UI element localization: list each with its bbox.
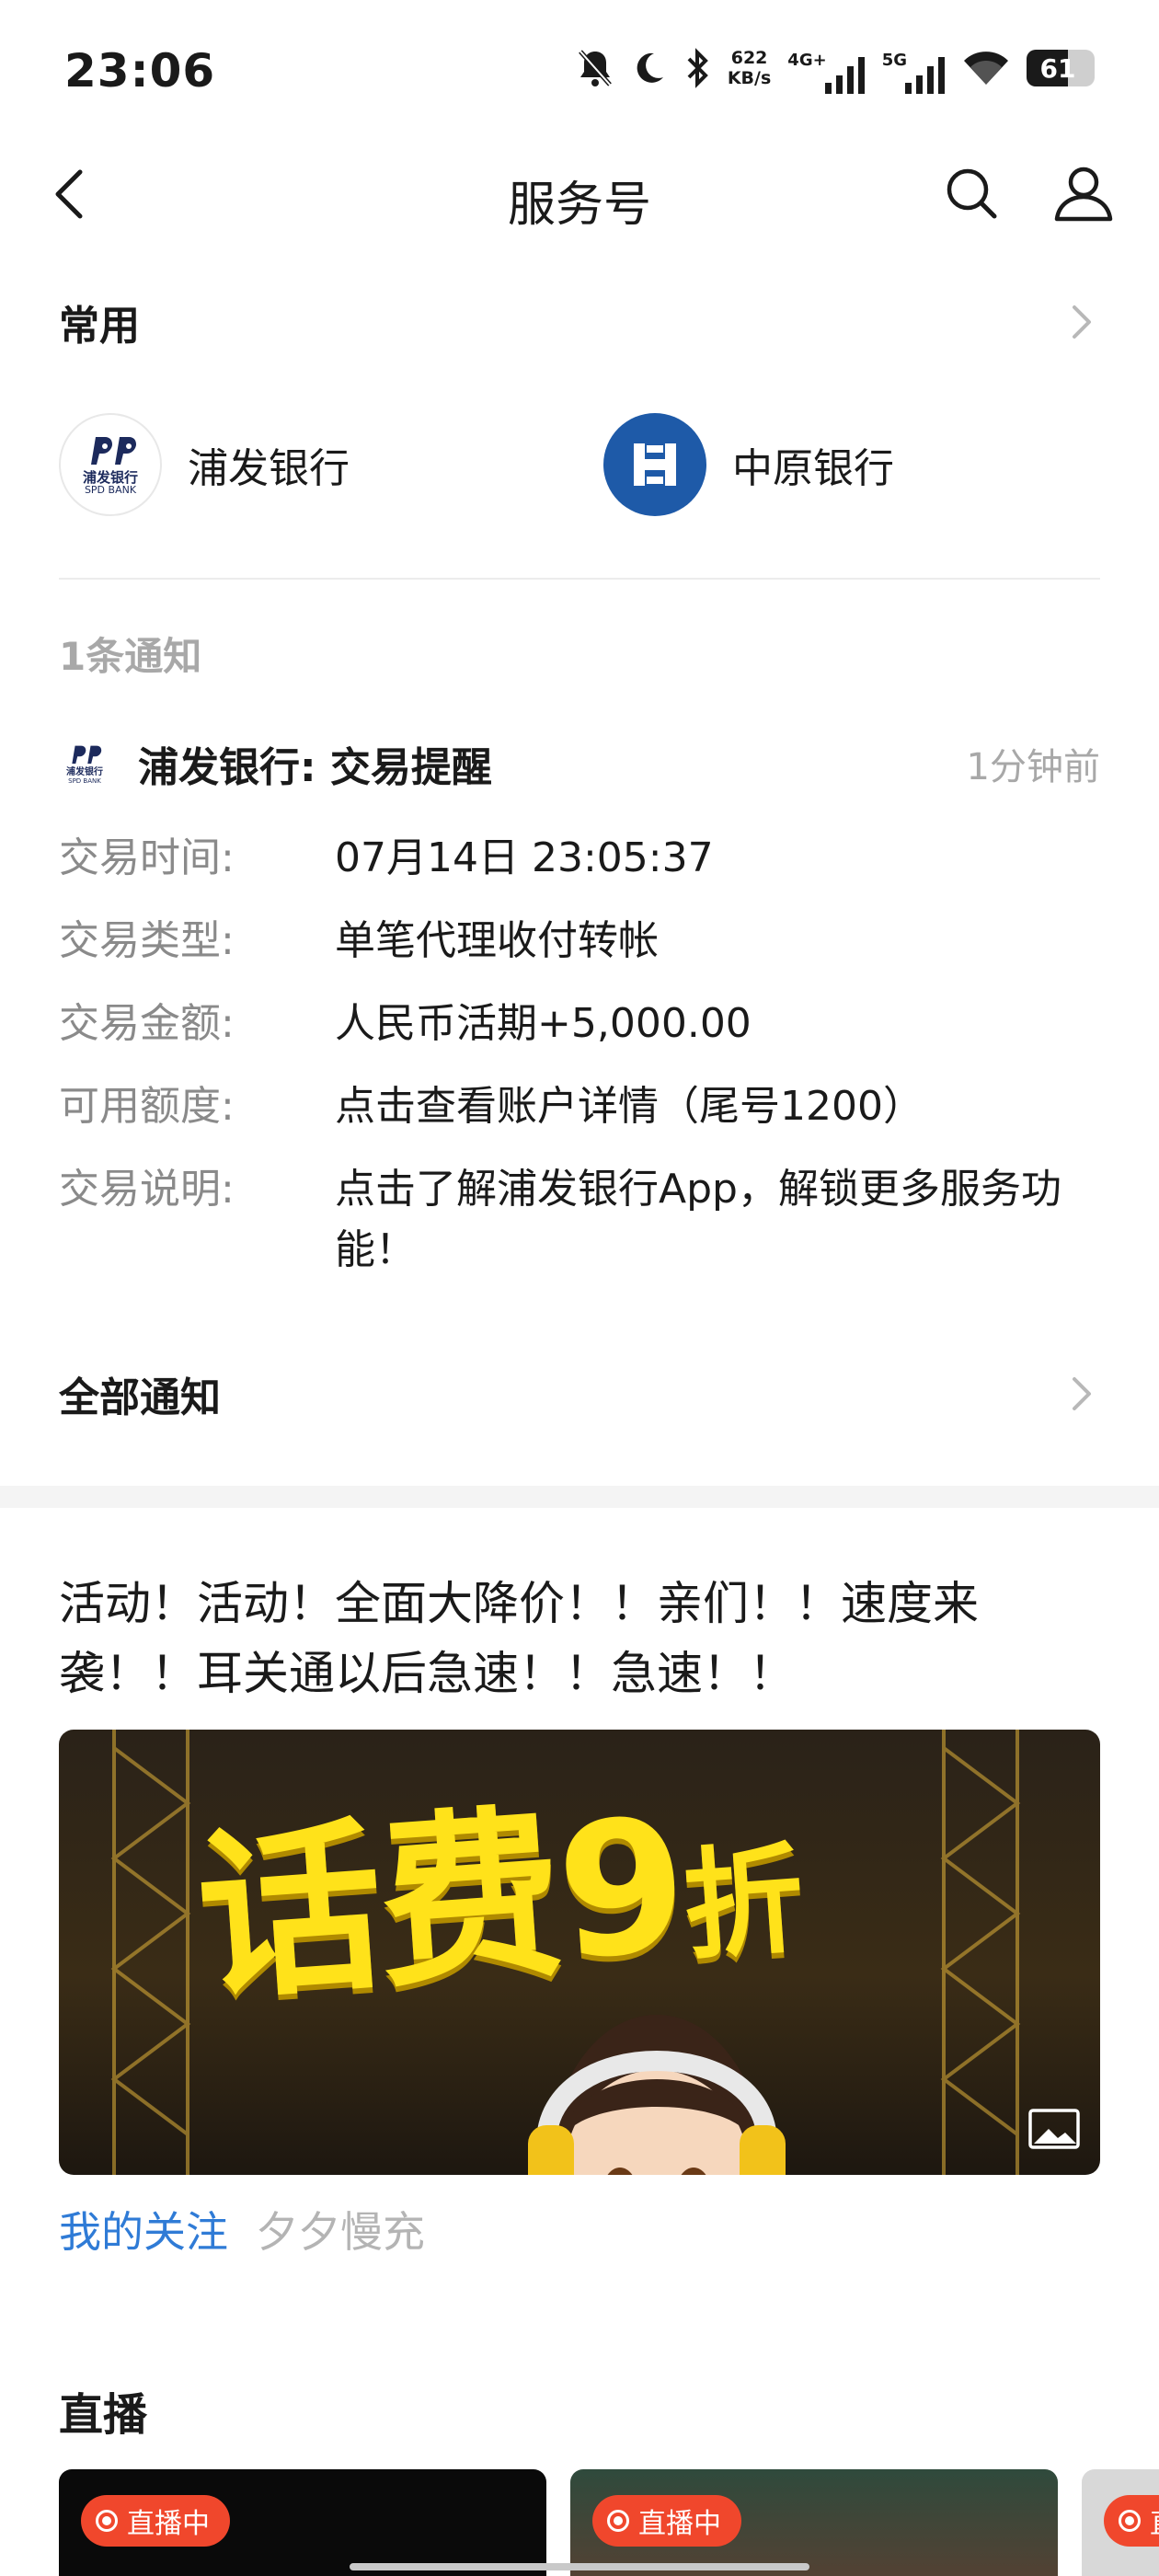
live-dot-icon bbox=[607, 2510, 629, 2532]
all-notifications-link[interactable]: 全部通知 bbox=[59, 1357, 1100, 1431]
account-zhongyuan-bank[interactable]: 中原银行 bbox=[603, 409, 894, 520]
common-section-header[interactable]: 常用 bbox=[59, 285, 1100, 359]
battery-icon: 61 bbox=[1027, 50, 1095, 86]
zhongyuan-logo-mark-icon bbox=[634, 443, 676, 486]
live-cards: 直播中 直播中 直播中 bbox=[59, 2469, 1159, 2576]
account-spd-bank[interactable]: 浦发银行 SPD BANK 浦发银行 bbox=[59, 409, 350, 520]
chevron-right-icon bbox=[1063, 304, 1100, 340]
profile-button[interactable] bbox=[1049, 160, 1119, 226]
spd-logo-text-en: SPD BANK bbox=[68, 776, 101, 785]
spd-logo-mark-icon bbox=[72, 745, 102, 764]
detail-row: 交易类型: 单笔代理收付转帐 bbox=[59, 911, 1100, 972]
signal-4g-label: 4G+ bbox=[787, 51, 827, 70]
detail-value: 点击查看账户详情（尾号1200） bbox=[335, 1083, 924, 1130]
detail-row: 交易时间: 07月14日 23:05:37 bbox=[59, 828, 1100, 889]
detail-label: 可用额度: bbox=[59, 1083, 235, 1130]
wifi-icon bbox=[962, 42, 1010, 94]
user-icon bbox=[1054, 167, 1113, 222]
search-icon bbox=[947, 168, 997, 219]
spd-bank-mini-logo: 浦发银行 SPD BANK bbox=[59, 738, 110, 789]
live-dot-icon bbox=[96, 2510, 118, 2532]
spd-bank-logo: 浦发银行 SPD BANK bbox=[59, 413, 162, 516]
status-time: 23:06 bbox=[64, 44, 216, 98]
zhongyuan-bank-logo bbox=[603, 413, 706, 516]
headphone-girl-illustration bbox=[528, 2015, 786, 2175]
signal-bars-icon bbox=[905, 57, 945, 94]
detail-label: 交易金额: bbox=[59, 1000, 235, 1047]
status-bar: 23:06 622 KB/s 4G+ 5G 61 bbox=[0, 0, 1159, 138]
tag-author[interactable]: 夕夕慢充 bbox=[256, 2199, 425, 2260]
account-name: 浦发银行 bbox=[188, 445, 350, 492]
detail-value: 07月14日 23:05:37 bbox=[335, 834, 714, 881]
live-badge: 直播中 bbox=[81, 2495, 230, 2547]
detail-row: 交易说明: 点击了解浦发银行App，解锁更多服务功能！ bbox=[59, 1159, 1100, 1281]
live-card[interactable]: 直播中 bbox=[570, 2469, 1058, 2576]
detail-value: 点击了解浦发银行App，解锁更多服务功能！ bbox=[335, 1166, 1061, 1273]
net-speed-value: 622 bbox=[730, 48, 768, 68]
detail-label: 交易类型: bbox=[59, 917, 235, 964]
battery-level: 61 bbox=[1039, 52, 1076, 84]
notification-header[interactable]: 浦发银行 SPD BANK 浦发银行: 交易提醒 1分钟前 bbox=[59, 727, 1100, 800]
common-accounts: 浦发银行 SPD BANK 浦发银行 中原银行 bbox=[59, 409, 1100, 520]
all-notifications-label: 全部通知 bbox=[59, 1374, 221, 1421]
promo-banner-image[interactable]: 话费9折 bbox=[59, 1730, 1100, 2175]
spd-logo-text-en: SPD BANK bbox=[84, 484, 137, 496]
search-button[interactable] bbox=[938, 160, 1004, 226]
detail-value: 单笔代理收付转帐 bbox=[335, 917, 659, 964]
signal-bars-icon bbox=[824, 57, 865, 94]
moon-icon bbox=[630, 42, 667, 94]
net-speed: 622 KB/s bbox=[728, 42, 771, 94]
bell-muted-icon bbox=[577, 42, 614, 94]
live-section-title: 直播 bbox=[59, 2389, 148, 2441]
signal-4g: 4G+ bbox=[787, 42, 865, 94]
notification-time: 1分钟前 bbox=[966, 746, 1100, 788]
detail-row: 交易金额: 人民币活期+5,000.00 bbox=[59, 994, 1100, 1054]
battery-indicator: 61 bbox=[1027, 42, 1095, 94]
live-card[interactable]: 直播中 bbox=[1082, 2469, 1159, 2576]
live-badge-label: 直播中 bbox=[1150, 2501, 1159, 2541]
spd-logo-text: 浦发银行 bbox=[82, 469, 138, 486]
tag-my-following[interactable]: 我的关注 bbox=[59, 2199, 228, 2260]
detail-label: 交易时间: bbox=[59, 834, 235, 881]
divider bbox=[59, 578, 1100, 580]
notification-count: 1条通知 bbox=[59, 634, 202, 679]
detail-label: 交易说明: bbox=[59, 1166, 235, 1213]
bluetooth-icon bbox=[683, 42, 711, 94]
detail-value: 人民币活期+5,000.00 bbox=[335, 1000, 752, 1047]
section-separator bbox=[0, 1486, 1159, 1508]
signal-5g: 5G bbox=[882, 42, 946, 94]
live-card[interactable]: 直播中 bbox=[59, 2469, 546, 2576]
live-badge: 直播中 bbox=[1104, 2495, 1159, 2547]
chevron-right-icon bbox=[1063, 1375, 1100, 1412]
live-badge-label: 直播中 bbox=[638, 2508, 721, 2540]
spd-logo-text: 浦发银行 bbox=[66, 766, 103, 777]
nav-bar: 服务号 bbox=[0, 138, 1159, 248]
banner-small-text: 折 bbox=[679, 1829, 805, 1977]
home-indicator[interactable] bbox=[350, 2563, 809, 2570]
detail-row: 可用额度: 点击查看账户详情（尾号1200） bbox=[59, 1076, 1100, 1137]
live-dot-icon bbox=[1119, 2510, 1141, 2532]
live-badge-label: 直播中 bbox=[127, 2508, 210, 2540]
live-badge: 直播中 bbox=[592, 2495, 741, 2547]
net-speed-unit: KB/s bbox=[727, 68, 772, 88]
notification-title: 浦发银行: 交易提醒 bbox=[138, 744, 492, 791]
account-name: 中原银行 bbox=[732, 445, 894, 492]
signal-5g-label: 5G bbox=[881, 51, 907, 70]
status-icons: 622 KB/s 4G+ 5G 61 bbox=[577, 42, 1095, 94]
promo-tags: 我的关注 夕夕慢充 bbox=[59, 2199, 425, 2260]
image-icon bbox=[1028, 2109, 1080, 2149]
common-title: 常用 bbox=[59, 303, 140, 350]
spd-logo-mark-icon bbox=[91, 437, 136, 465]
promo-article-title[interactable]: 活动！活动！全面大降价！！亲们！！速度来袭！！耳关通以后急速！！急速！！ bbox=[59, 1569, 1100, 1708]
notification-details[interactable]: 交易时间: 07月14日 23:05:37 交易类型: 单笔代理收付转帐 交易金… bbox=[59, 828, 1100, 1303]
